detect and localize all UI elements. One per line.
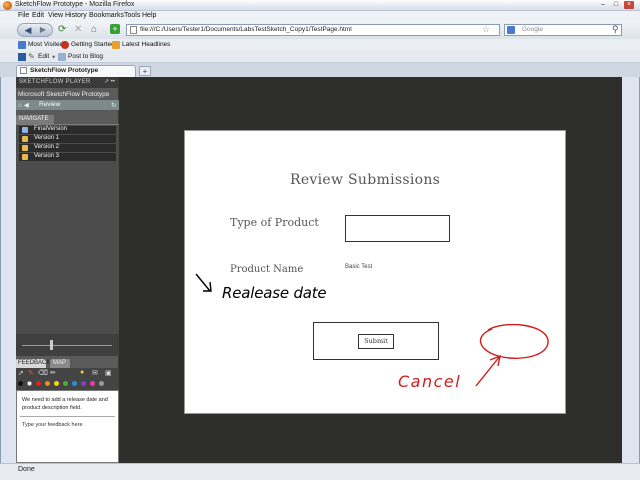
windows-live-icon[interactable]	[18, 53, 26, 61]
color-swatch[interactable]	[90, 381, 95, 386]
color-swatch[interactable]	[72, 381, 77, 386]
menu-help[interactable]: Help	[142, 12, 156, 19]
close-icon[interactable]: ×	[624, 1, 634, 9]
forward-arrow-icon[interactable]: ▶	[37, 25, 49, 35]
color-swatch[interactable]	[45, 381, 50, 386]
home-icon[interactable]: ⌂	[91, 24, 97, 35]
product-name-label: Product Name	[230, 264, 304, 275]
screen-icon	[22, 154, 28, 160]
menu-view[interactable]: View	[48, 12, 63, 19]
menu-bookmarks[interactable]: Bookmarks	[89, 12, 124, 19]
feedback-comment: We need to add a release date and produc…	[22, 397, 108, 411]
firefox-logo-icon	[3, 1, 12, 10]
color-swatch[interactable]	[81, 381, 86, 386]
nav-item-label[interactable]: Version 2	[34, 144, 59, 150]
screen-icon	[22, 127, 28, 133]
nav-item-label[interactable]: Version 1	[34, 135, 59, 141]
most-visited-icon	[18, 41, 26, 49]
menu-tools[interactable]: Tools	[124, 12, 140, 19]
ink-note-release-date: Realease date	[222, 284, 327, 302]
minimize-icon[interactable]: –	[598, 1, 608, 9]
menu-edit[interactable]: Edit	[32, 12, 44, 19]
new-tab-button[interactable]: +	[139, 66, 151, 76]
color-swatch[interactable]	[27, 381, 32, 386]
bookmark-latest-headlines[interactable]: Latest Headlines	[122, 41, 170, 48]
toolbar-edit[interactable]: Edit	[38, 53, 49, 60]
back-arrow-icon[interactable]: ◀	[21, 25, 35, 35]
type-of-product-field[interactable]	[345, 215, 450, 242]
stop-icon[interactable]: ✕	[74, 24, 82, 35]
tab-label[interactable]: SketchFlow Prototype	[30, 67, 98, 74]
highlighter-icon[interactable]: ✏	[50, 369, 56, 377]
google-icon[interactable]	[507, 26, 515, 34]
bookmark-getting-started[interactable]: Getting Started	[71, 41, 115, 48]
screen-icon	[22, 145, 28, 151]
home-back-icon[interactable]: ⌂ ◀	[18, 101, 29, 109]
ink-note-cancel: Cancel	[398, 372, 462, 391]
color-swatch[interactable]	[54, 381, 59, 386]
toolbar-post-to-blog[interactable]: Post to Blog	[68, 53, 103, 60]
page-icon	[130, 26, 137, 34]
feedback-divider	[20, 416, 115, 417]
feedback-input[interactable]: Type your feedback here	[22, 422, 83, 428]
nav-item-label[interactable]: FinalVersion	[34, 126, 67, 132]
nav-item-label[interactable]: Version 3	[34, 153, 59, 159]
refresh-icon[interactable]: ↻	[111, 101, 116, 109]
blog-icon	[58, 53, 66, 61]
address-text[interactable]: file:///C:/Users/Tester1/Documents/LabsT…	[140, 26, 352, 33]
lightbulb-icon[interactable]: ●	[80, 369, 84, 376]
pen-icon[interactable]: ✎	[28, 369, 34, 377]
pencil-icon: ✎	[28, 52, 35, 61]
player-window-controls-icon[interactable]: ↗ ••	[104, 78, 115, 85]
comment-icon[interactable]: ✉	[92, 369, 98, 377]
screen-icon	[22, 136, 28, 142]
search-icon[interactable]: ⚲	[612, 24, 619, 35]
tab-feedback-label[interactable]: FEEDBACK	[18, 360, 50, 366]
zoom-slider-thumb[interactable]	[50, 340, 53, 350]
project-name: Microsoft SketchFlow Prototype	[18, 91, 110, 98]
color-swatch[interactable]	[18, 381, 23, 386]
bookmark-most-visited[interactable]: Most Visited	[28, 41, 63, 48]
status-text: Done	[18, 466, 35, 473]
screenshot-icon[interactable]: ▣	[105, 369, 112, 377]
menu-history[interactable]: History	[65, 12, 87, 19]
screen-selector[interactable]	[16, 100, 119, 110]
page-title: Review Submissions	[290, 172, 441, 188]
player-title: SKETCHFLOW PLAYER	[19, 79, 91, 85]
window-title: SketchFlow Prototype - Mozilla Firefox	[15, 1, 135, 8]
maximize-icon[interactable]: □	[611, 1, 621, 9]
getting-started-icon	[61, 41, 69, 49]
product-name-value: Basic Test	[345, 264, 373, 270]
eraser-icon[interactable]: ⌫	[38, 369, 48, 377]
tab-page-icon	[20, 67, 27, 74]
reload-icon[interactable]: ⟳	[58, 24, 66, 35]
menu-file[interactable]: File	[18, 12, 29, 19]
search-placeholder[interactable]: Google	[522, 26, 543, 33]
color-swatch[interactable]	[63, 381, 68, 386]
submit-button[interactable]: Submit	[358, 334, 394, 349]
status-bar	[0, 463, 640, 480]
color-swatch[interactable]	[99, 381, 104, 386]
rss-icon	[112, 41, 120, 49]
zoom-slider-track[interactable]	[22, 345, 112, 346]
select-icon[interactable]: ➚	[18, 369, 24, 377]
type-of-product-label: Type of Product	[230, 216, 319, 229]
tab-navigate-label[interactable]: NAVIGATE	[19, 116, 48, 122]
bookmark-star-icon[interactable]: ☆	[482, 24, 490, 35]
tab-map-label[interactable]: MAP	[53, 360, 66, 366]
add-icon[interactable]: +	[110, 24, 120, 34]
dropdown-arrow-icon[interactable]: ▾	[52, 53, 55, 61]
current-screen-label[interactable]: Review	[39, 101, 60, 108]
color-swatch[interactable]	[36, 381, 41, 386]
